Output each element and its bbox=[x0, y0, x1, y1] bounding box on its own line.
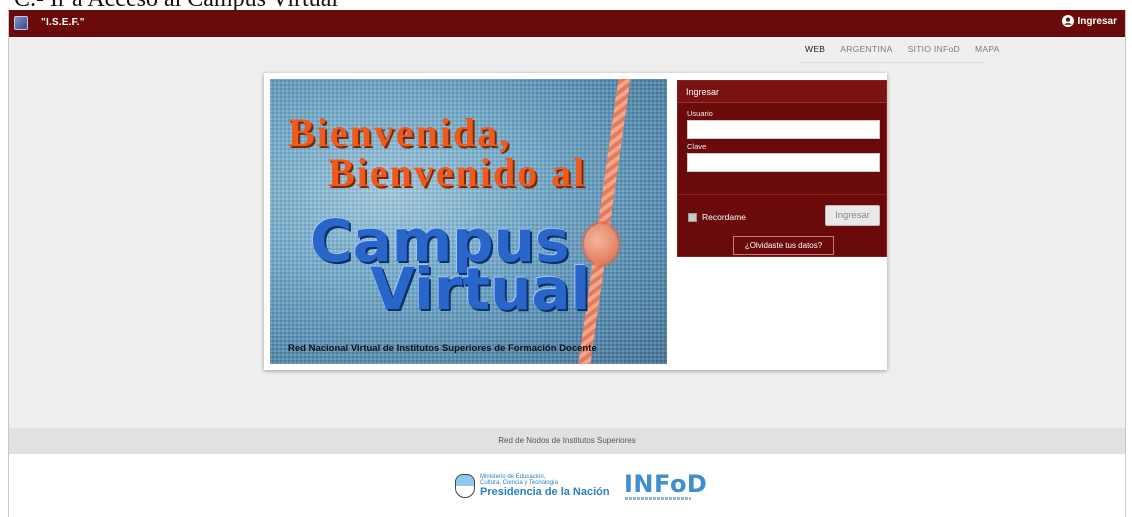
page-frame: "I.S.E.F." Ingresar WEB ARGENTINA SITIO … bbox=[8, 10, 1126, 517]
footer-logos: Ministerio de Educación, Cultura, Cienci… bbox=[9, 454, 1125, 517]
remember-me: Recordame bbox=[688, 212, 746, 222]
ministry-line-3: Presidencia de la Nación bbox=[480, 485, 610, 498]
top-bar: "I.S.E.F." Ingresar bbox=[9, 10, 1125, 37]
remember-label[interactable]: Recordame bbox=[702, 212, 746, 222]
login-submit-button[interactable]: Ingresar bbox=[825, 205, 880, 226]
header-login-label: Ingresar bbox=[1077, 15, 1117, 27]
user-icon bbox=[1061, 15, 1074, 27]
nav-item-argentina[interactable]: ARGENTINA bbox=[840, 44, 892, 62]
banner-line-2: Bienvenido al bbox=[328, 150, 587, 195]
banner-tagline: Red Nacional Virtual de Institutos Super… bbox=[288, 343, 597, 354]
infod-subtitle-decoration bbox=[625, 497, 691, 500]
login-box-divider bbox=[678, 194, 886, 195]
password-input[interactable] bbox=[687, 153, 880, 172]
remember-checkbox[interactable] bbox=[688, 212, 697, 222]
welcome-banner: Bienvenida, Bienvenido al Campus Virtual… bbox=[270, 79, 667, 364]
welcome-card: Bienvenida, Bienvenido al Campus Virtual… bbox=[264, 73, 887, 370]
header-login-button[interactable]: Ingresar bbox=[1061, 15, 1117, 27]
forgot-credentials-button[interactable]: ¿Olvidaste tus datos? bbox=[733, 236, 834, 255]
password-label: Clave bbox=[687, 142, 707, 151]
nav-item-mapa[interactable]: MAPA bbox=[975, 44, 1000, 62]
top-nav: WEB ARGENTINA SITIO INFoD MAPA bbox=[805, 44, 1000, 62]
ministry-logo[interactable]: Ministerio de Educación, Cultura, Cienci… bbox=[480, 474, 610, 498]
nav-item-web[interactable]: WEB bbox=[805, 44, 825, 62]
username-input[interactable] bbox=[687, 120, 880, 139]
login-box: Ingresar Usuario Clave Recordame Ingresa… bbox=[677, 80, 887, 257]
banner-line-4: Virtual bbox=[370, 255, 591, 323]
institution-logo-icon[interactable] bbox=[14, 16, 28, 30]
nav-divider bbox=[799, 62, 984, 63]
login-box-title: Ingresar bbox=[678, 81, 886, 103]
nav-item-sitio-infod[interactable]: SITIO INFoD bbox=[908, 44, 960, 62]
infod-logo[interactable]: INFoD bbox=[624, 470, 707, 498]
footer-bar: Red de Nodos de Institutos Superiores bbox=[9, 428, 1125, 454]
institution-name[interactable]: "I.S.E.F." bbox=[41, 17, 85, 28]
username-label: Usuario bbox=[687, 109, 713, 118]
coat-of-arms-icon bbox=[455, 474, 475, 498]
